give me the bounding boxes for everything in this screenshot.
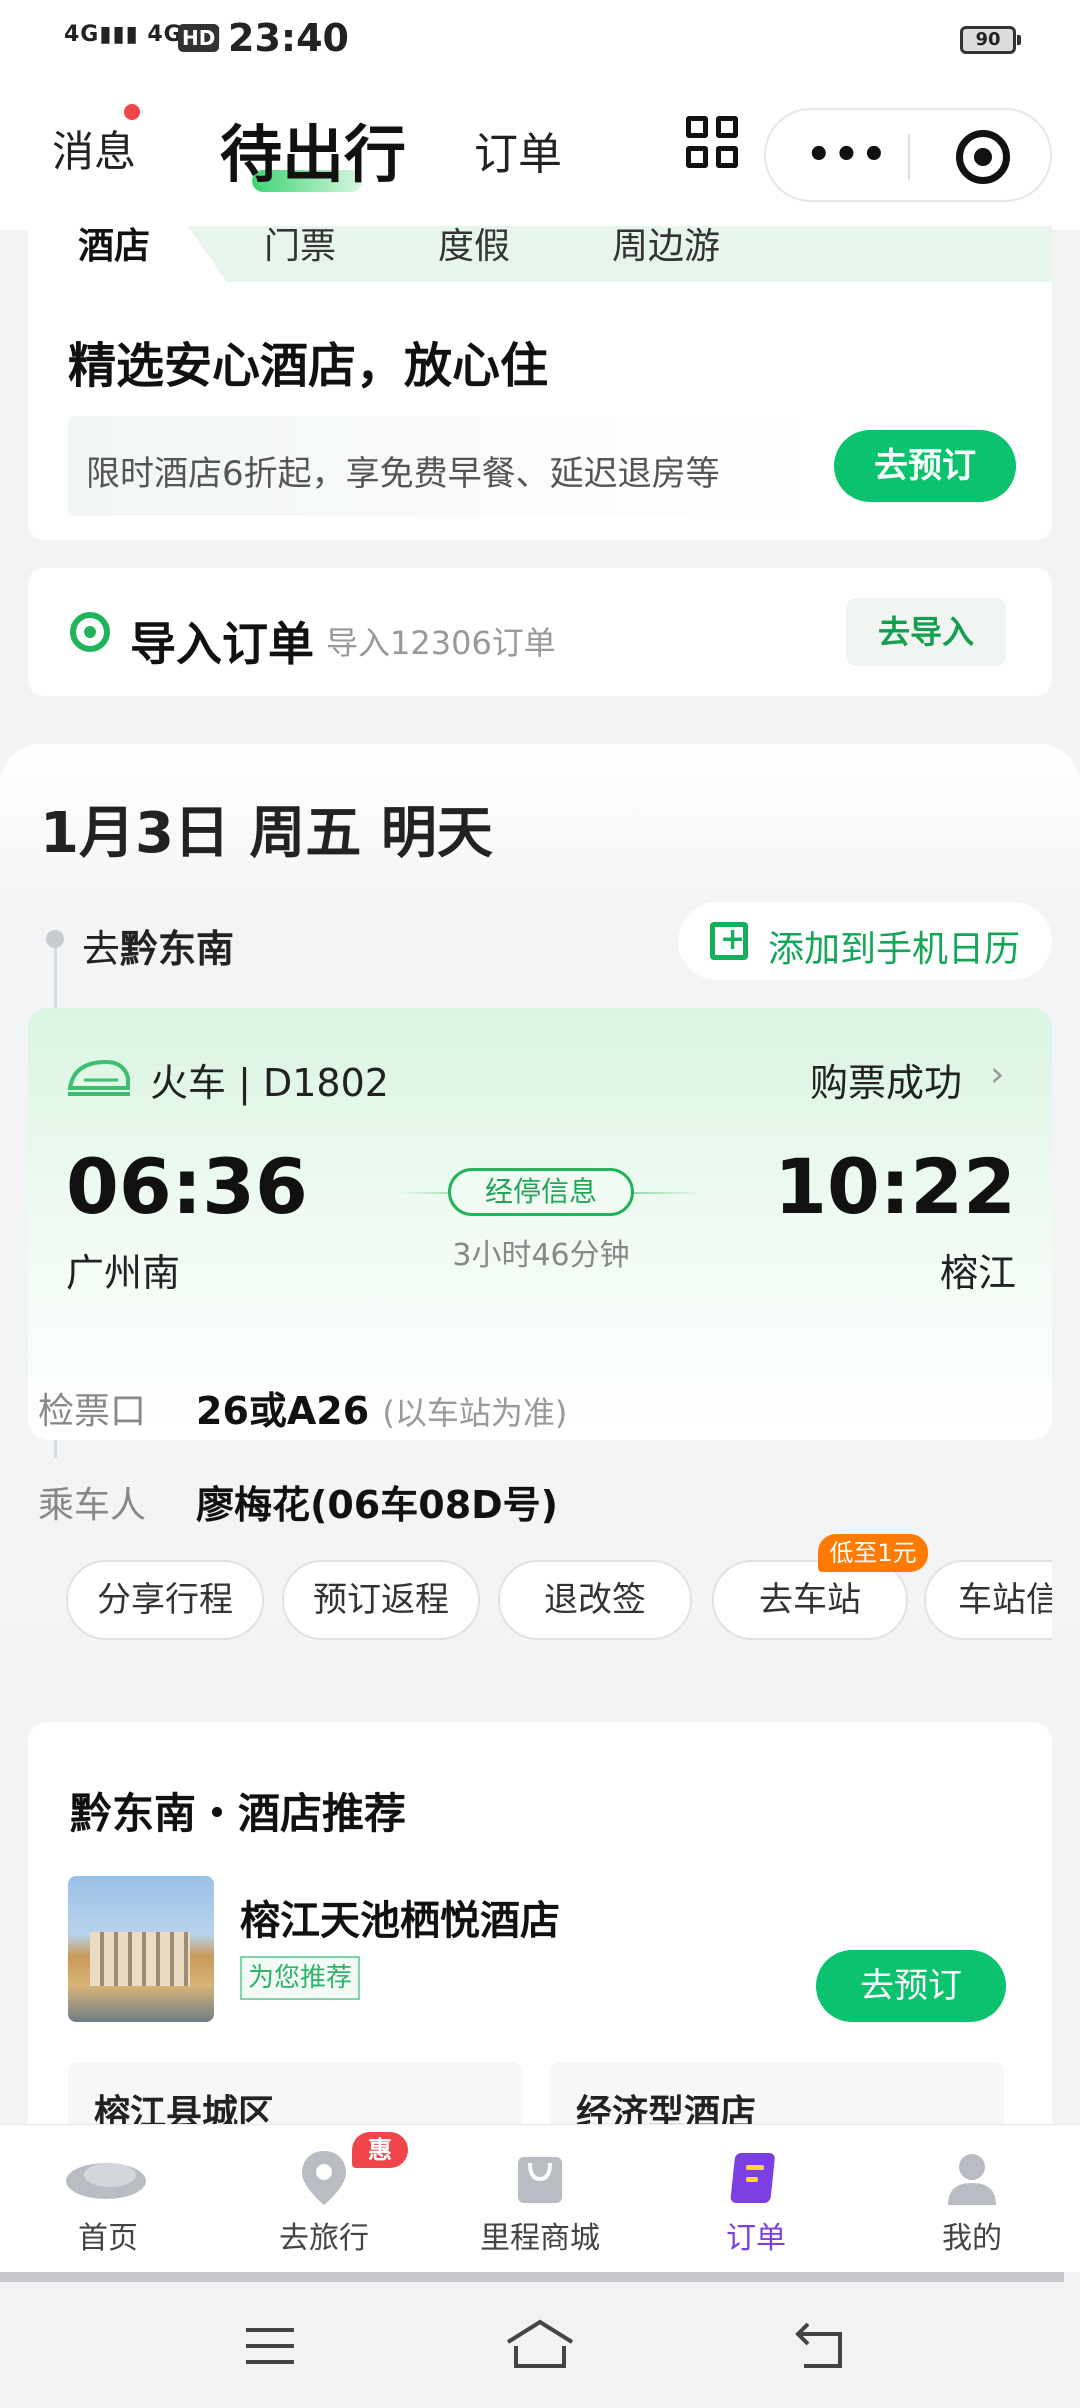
ticket-status[interactable]: 购票成功: [810, 1052, 962, 1107]
import-order-card: 导入订单 导入12306订单 去导入: [28, 568, 1052, 696]
trip-destination: 去黔东南: [82, 918, 234, 973]
grid-menu-icon[interactable]: [686, 116, 740, 170]
more-icon[interactable]: •••: [806, 132, 889, 178]
top-header: 消息 待出行 订单 •••: [0, 82, 1080, 230]
hotel-promo-text: 限时酒店6折起，享免费早餐、延迟退房等: [86, 454, 720, 494]
destination-prefix: 去: [82, 927, 121, 971]
hd-icon: HD: [178, 24, 220, 52]
close-target-icon[interactable]: [956, 130, 1010, 184]
gate-number: 26或A26: [196, 1389, 370, 1433]
go-to-station-button[interactable]: 去车站: [712, 1560, 908, 1640]
book-return-button[interactable]: 预订返程: [282, 1560, 480, 1640]
nav-mall[interactable]: 里程商城: [432, 2125, 648, 2273]
messages-tab[interactable]: 消息: [52, 118, 136, 179]
import-button[interactable]: 去导入: [846, 598, 1006, 666]
nav-profile-label: 我的: [942, 2221, 1002, 2256]
passenger-value: 廖梅花(06车08D号): [196, 1483, 559, 1527]
discount-badge: 惠: [352, 2132, 408, 2168]
travel-duration: 3小时46分钟: [452, 1238, 630, 1273]
train-number: 火车 | D1802: [150, 1061, 389, 1105]
hotel-promo-card: 酒店 门票 度假 周边游 精选安心酒店，放心住 限时酒店6折起，享免费早餐、延迟…: [28, 226, 1052, 540]
recommended-tag: 为您推荐: [240, 1956, 361, 2000]
book-recommended-hotel-button[interactable]: 去预订: [816, 1950, 1006, 2022]
gate-value: 26或A26 (以车站为准): [196, 1380, 567, 1435]
tab-hotel[interactable]: 酒店: [78, 226, 150, 268]
battery-icon: 90: [960, 26, 1021, 54]
hotel-name[interactable]: 榕江天池栖悦酒店: [240, 1888, 560, 1946]
menu-icon[interactable]: [240, 2316, 300, 2376]
refund-change-button[interactable]: 退改签: [498, 1560, 692, 1640]
recommendation-title: 黔东南・酒店推荐: [70, 1789, 407, 1838]
clock: 23:40: [228, 16, 349, 60]
tab-tickets[interactable]: 门票: [264, 226, 336, 268]
departure-time: 06:36: [66, 1142, 308, 1231]
timeline-dot: [46, 930, 64, 948]
hotel-promo-banner: 限时酒店6折起，享免费早餐、延迟退房等: [68, 416, 828, 516]
nav-orders-label: 订单: [726, 2221, 786, 2256]
back-icon[interactable]: [790, 2316, 850, 2376]
hotel-recommendation-card: 黔东南・酒店推荐 榕江天池栖悦酒店 为您推荐 去预订 榕江县城区 经济型酒店: [28, 1722, 1052, 2142]
orders-tab[interactable]: 订单: [474, 118, 562, 182]
add-to-calendar-label: 添加到手机日历: [768, 929, 1021, 970]
system-navigation: [0, 2282, 1080, 2408]
nav-mall-label: 里程商城: [480, 2221, 600, 2256]
arrival-time: 10:22: [774, 1142, 1016, 1231]
train-icon: [67, 1059, 130, 1096]
status-bar: 4G▮▮▮ 4G▮▮▮ HD 23:40 90: [0, 0, 1080, 82]
calendar-add-icon: [710, 922, 748, 960]
railway-icon: [70, 612, 110, 652]
hotel-photo[interactable]: [68, 1876, 214, 2022]
location-pin-icon: [302, 2151, 346, 2205]
nav-home[interactable]: 首页: [0, 2125, 216, 2273]
trip-date: 1月3日 周五 明天: [40, 801, 493, 866]
home-indicator-bar: [0, 2272, 1064, 2282]
passenger-label: 乘车人: [38, 1485, 147, 1526]
gate-note: (以车站为准): [382, 1394, 568, 1432]
tab-nearby[interactable]: 周边游: [612, 226, 720, 268]
station-promo-badge: 低至1元: [818, 1534, 928, 1572]
shopping-bag-icon: [518, 2157, 562, 2203]
mini-program-capsule: •••: [764, 108, 1052, 202]
destination-name: 黔东南: [120, 927, 235, 971]
order-note-icon: [730, 2153, 775, 2203]
add-to-calendar-button[interactable]: 添加到手机日历: [678, 902, 1052, 980]
import-order-subtitle: 导入12306订单: [326, 624, 556, 662]
hotel-card-title: 精选安心酒店，放心住: [68, 338, 549, 394]
person-icon: [948, 2154, 996, 2205]
unread-dot: [124, 104, 140, 120]
arrival-station: 榕江: [939, 1251, 1016, 1295]
category-tabs: 酒店 门票 度假 周边游: [28, 226, 1052, 284]
capsule-divider: [908, 134, 910, 180]
home-icon[interactable]: [502, 2316, 578, 2376]
gate-label: 检票口: [38, 1391, 147, 1432]
whale-icon: [66, 2163, 146, 2199]
share-trip-button[interactable]: 分享行程: [66, 1560, 264, 1640]
nav-orders[interactable]: 订单: [648, 2125, 864, 2273]
station-info-button[interactable]: 车站信息: [924, 1560, 1052, 1640]
tab-vacation[interactable]: 度假: [438, 226, 510, 268]
stops-info-button[interactable]: 经停信息: [448, 1168, 634, 1216]
nav-profile[interactable]: 我的: [864, 2125, 1080, 2273]
departure-station: 广州南: [66, 1251, 181, 1295]
import-order-title: 导入订单: [130, 617, 314, 671]
train-ticket-card[interactable]: 火车 | D1802 购票成功 › 06:36 10:22 经停信息 3小时46…: [28, 1008, 1052, 1440]
book-hotel-button[interactable]: 去预订: [834, 430, 1016, 502]
nav-home-label: 首页: [78, 2221, 138, 2256]
chevron-right-icon[interactable]: ›: [990, 1054, 1004, 1095]
bottom-navigation: 首页 去旅行 里程商城 订单 我的: [0, 2124, 1080, 2272]
nav-travel-label: 去旅行: [279, 2221, 369, 2256]
upcoming-trips-tab[interactable]: 待出行: [220, 104, 406, 194]
